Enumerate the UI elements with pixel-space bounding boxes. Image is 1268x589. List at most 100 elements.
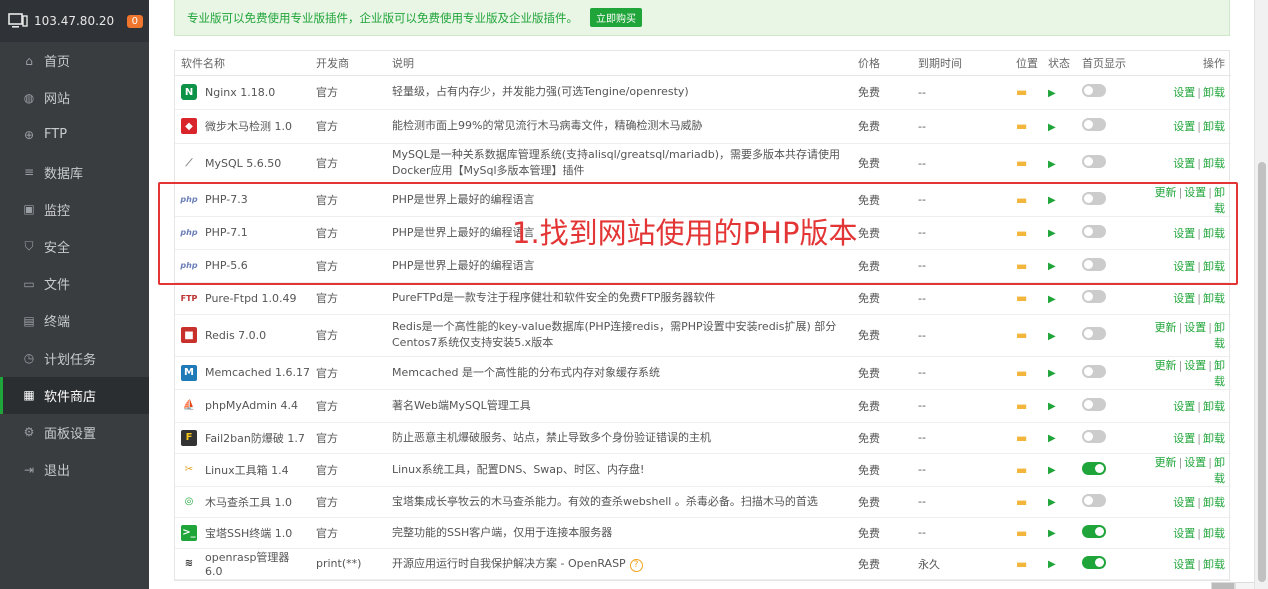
folder-icon[interactable]: ▬ <box>1016 557 1027 571</box>
help-icon[interactable]: ? <box>629 558 643 572</box>
home-display-toggle[interactable] <box>1082 191 1106 205</box>
home-display-toggle[interactable] <box>1082 364 1106 378</box>
sidebar-item-3[interactable]: ≡ 数据库 <box>0 154 149 191</box>
ftp-icon: FTP <box>180 293 198 303</box>
home-display-toggle[interactable] <box>1082 290 1106 303</box>
sidebar-item-5[interactable]: ⛉ 安全 <box>0 228 149 265</box>
op-uninstall-link[interactable]: 卸载 <box>1203 157 1225 170</box>
sidebar-item-0[interactable]: ⌂ 首页 <box>0 42 149 79</box>
play-icon[interactable]: ▶ <box>1048 465 1056 476</box>
home-display-toggle[interactable] <box>1082 327 1106 340</box>
op-update-link[interactable]: 更新 <box>1155 359 1177 372</box>
home-display-toggle[interactable] <box>1082 555 1106 569</box>
folder-icon[interactable]: ▬ <box>1016 85 1027 99</box>
op-uninstall-link[interactable]: 卸载 <box>1214 186 1225 215</box>
home-display-toggle[interactable] <box>1082 257 1106 271</box>
op-settings-link[interactable]: 设置 <box>1184 186 1206 199</box>
folder-icon[interactable]: ▬ <box>1016 366 1027 380</box>
sidebar-item-7[interactable]: ▤ 终端 <box>0 302 149 339</box>
play-icon[interactable]: ▶ <box>1048 331 1056 342</box>
home-display-toggle[interactable] <box>1082 224 1106 238</box>
play-icon[interactable]: ▶ <box>1048 195 1056 206</box>
op-uninstall-link[interactable]: 卸载 <box>1203 292 1225 305</box>
op-uninstall-link[interactable]: 卸载 <box>1203 527 1225 540</box>
op-update-link[interactable]: 更新 <box>1155 456 1177 469</box>
op-uninstall-link[interactable]: 卸载 <box>1203 120 1225 133</box>
op-settings-link[interactable]: 设置 <box>1184 456 1206 469</box>
folder-icon[interactable]: ▬ <box>1016 463 1027 477</box>
op-settings-link[interactable]: 设置 <box>1173 432 1195 445</box>
play-icon[interactable]: ▶ <box>1048 559 1056 570</box>
play-icon[interactable]: ▶ <box>1048 433 1056 444</box>
op-settings-link[interactable]: 设置 <box>1173 120 1195 133</box>
play-icon[interactable]: ▶ <box>1048 294 1056 305</box>
home-display-toggle[interactable] <box>1082 397 1106 411</box>
op-settings-link[interactable]: 设置 <box>1184 359 1206 372</box>
expire-time: -- <box>912 517 1010 549</box>
sidebar-item-10[interactable]: ⚙ 面板设置 <box>0 414 149 451</box>
scrollbar-thumb[interactable] <box>1258 162 1266 582</box>
play-icon[interactable]: ▶ <box>1048 228 1056 239</box>
op-settings-link[interactable]: 设置 <box>1173 227 1195 240</box>
home-display-toggle[interactable] <box>1082 461 1106 475</box>
sidebar-item-11[interactable]: ⇥ 退出 <box>0 451 149 488</box>
op-uninstall-link[interactable]: 卸载 <box>1203 260 1225 273</box>
play-icon[interactable]: ▶ <box>1048 159 1056 170</box>
home-display-toggle[interactable] <box>1082 155 1106 168</box>
play-icon[interactable]: ▶ <box>1048 88 1056 99</box>
op-uninstall-link[interactable]: 卸载 <box>1203 227 1225 240</box>
op-uninstall-link[interactable]: 卸载 <box>1203 432 1225 445</box>
home-display-toggle[interactable] <box>1082 84 1106 97</box>
op-uninstall-link[interactable]: 卸载 <box>1203 400 1225 413</box>
op-uninstall-link[interactable]: 卸载 <box>1214 456 1225 485</box>
op-uninstall-link[interactable]: 卸载 <box>1203 558 1225 571</box>
folder-icon[interactable]: ▬ <box>1016 259 1027 273</box>
sidebar-item-4[interactable]: ▣ 监控 <box>0 191 149 228</box>
play-icon[interactable]: ▶ <box>1048 368 1056 379</box>
home-display-toggle[interactable] <box>1082 429 1106 443</box>
play-icon[interactable]: ▶ <box>1048 497 1056 508</box>
home-display-toggle[interactable] <box>1082 524 1106 538</box>
folder-icon[interactable]: ▬ <box>1016 119 1027 133</box>
home-display-toggle[interactable] <box>1082 118 1106 131</box>
home-display-toggle[interactable] <box>1082 493 1106 507</box>
op-settings-link[interactable]: 设置 <box>1173 527 1195 540</box>
buy-now-button[interactable]: 立即购买 <box>590 8 642 27</box>
play-icon[interactable]: ▶ <box>1048 261 1056 272</box>
sidebar-item-9[interactable]: ▦ 软件商店 <box>0 376 149 414</box>
op-settings-link[interactable]: 设置 <box>1173 558 1195 571</box>
op-settings-link[interactable]: 设置 <box>1173 157 1195 170</box>
op-settings-link[interactable]: 设置 <box>1173 400 1195 413</box>
folder-icon[interactable]: ▬ <box>1016 156 1027 170</box>
op-settings-link[interactable]: 设置 <box>1173 496 1195 509</box>
op-uninstall-link[interactable]: 卸载 <box>1214 321 1225 350</box>
folder-icon[interactable]: ▬ <box>1016 226 1027 240</box>
sidebar-item-1[interactable]: ◍ 网站 <box>0 79 149 116</box>
folder-icon[interactable]: ▬ <box>1016 399 1027 413</box>
op-update-link[interactable]: 更新 <box>1155 321 1177 334</box>
folder-icon[interactable]: ▬ <box>1016 193 1027 207</box>
folder-icon[interactable]: ▬ <box>1016 291 1027 305</box>
folder-icon[interactable]: ▬ <box>1016 495 1027 509</box>
op-uninstall-link[interactable]: 卸载 <box>1214 359 1225 388</box>
op-settings-link[interactable]: 设置 <box>1173 260 1195 273</box>
op-uninstall-link[interactable]: 卸载 <box>1203 86 1225 99</box>
folder-icon[interactable]: ▬ <box>1016 526 1027 540</box>
sidebar-item-8[interactable]: ◷ 计划任务 <box>0 340 149 377</box>
op-settings-link[interactable]: 设置 <box>1173 292 1195 305</box>
op-uninstall-link[interactable]: 卸载 <box>1203 496 1225 509</box>
op-update-link[interactable]: 更新 <box>1155 186 1177 199</box>
op-settings-link[interactable]: 设置 <box>1184 321 1206 334</box>
op-settings-link[interactable]: 设置 <box>1173 86 1195 99</box>
notification-badge[interactable]: 0 <box>126 14 143 28</box>
play-icon[interactable]: ▶ <box>1048 401 1056 412</box>
sidebar-item-2[interactable]: ⊕ FTP <box>0 116 149 153</box>
folder-icon[interactable]: ▬ <box>1016 328 1027 342</box>
folder-icon[interactable]: ▬ <box>1016 431 1027 445</box>
page-scrollbar[interactable] <box>1254 0 1268 589</box>
sidebar-item-6[interactable]: ▭ 文件 <box>0 265 149 302</box>
play-icon[interactable]: ▶ <box>1048 122 1056 133</box>
description: Memcached 是一个高性能的分布式内存对象缓存系统 <box>392 365 661 379</box>
description: PureFTPd是一款专注于程序健壮和软件安全的免费FTP服务器软件 <box>392 291 716 304</box>
play-icon[interactable]: ▶ <box>1048 528 1056 539</box>
